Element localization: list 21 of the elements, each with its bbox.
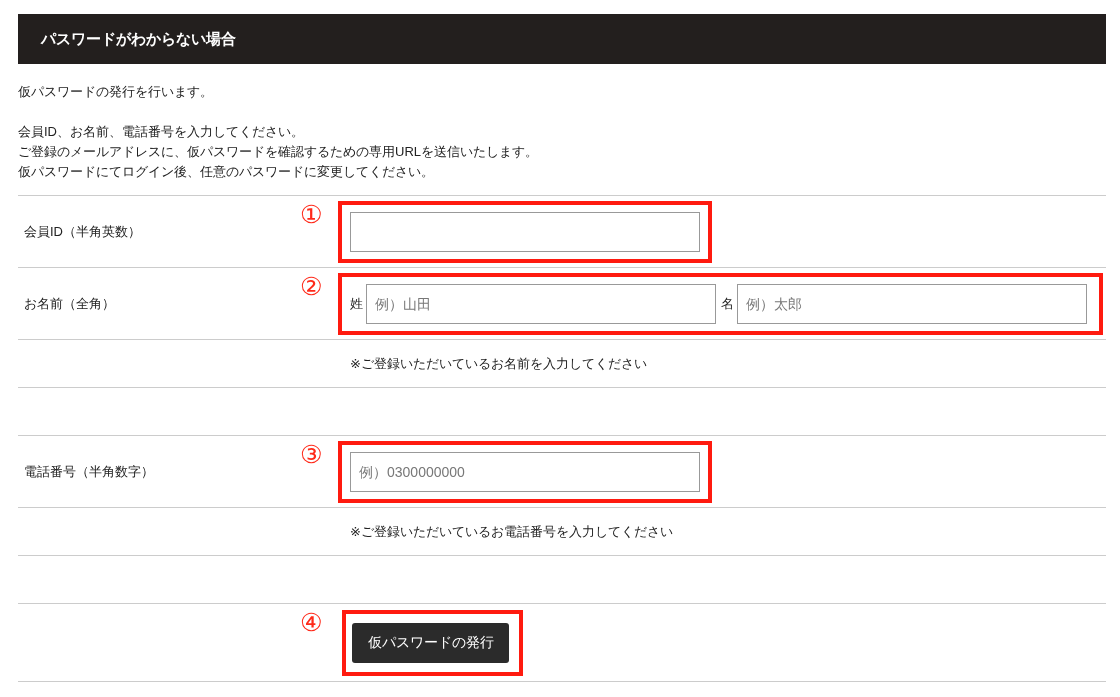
field-label: お名前（全角） [24, 294, 115, 313]
field-label: 電話番号（半角数字） [24, 462, 154, 481]
callout-number: ③ [300, 440, 323, 468]
callout-number: ② [300, 272, 323, 300]
field-label: 会員ID（半角英数） [24, 222, 141, 241]
hint-text: ※ご登録いただいているお名前を入力してください [349, 354, 647, 373]
intro-text: 会員ID、お名前、電話番号を入力してください。 [18, 123, 305, 141]
text-input-field[interactable] [350, 211, 700, 252]
issue-password-button[interactable]: 仮パスワードの発行 [352, 622, 509, 663]
field-prefix: 名 [721, 294, 734, 313]
intro-text: ご登録のメールアドレスに、仮パスワードを確認するための専用URLを送信いたします。 [18, 143, 539, 161]
text-input-field[interactable]: 例）山田 [366, 283, 716, 324]
text-input-field[interactable]: 例）太郎 [737, 283, 1087, 324]
intro-text: 仮パスワードにてログイン後、任意のパスワードに変更してください。 [18, 163, 435, 181]
intro-text: 仮パスワードの発行を行います。 [18, 83, 214, 101]
header-title: パスワードがわからない場合 [41, 29, 236, 49]
text-input-field[interactable]: 例）0300000000 [350, 451, 700, 492]
callout-number: ④ [300, 608, 323, 636]
hint-text: ※ご登録いただいているお電話番号を入力してください [349, 522, 673, 541]
callout-number: ① [300, 200, 323, 228]
field-prefix: 姓 [350, 294, 363, 313]
